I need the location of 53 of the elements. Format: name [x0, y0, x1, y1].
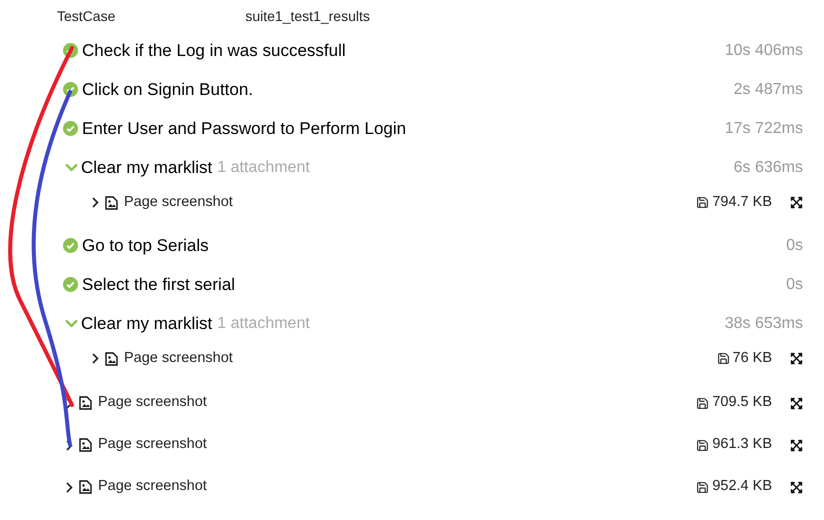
- expand-icon[interactable]: [790, 480, 803, 494]
- chevron-icon: [66, 482, 72, 492]
- check-circle-icon: [63, 43, 78, 58]
- step-name: Check if the Log in was successfull: [82, 40, 346, 62]
- column-header: suite1_test1_results: [245, 7, 370, 26]
- image-file-icon: [79, 396, 92, 410]
- attachment-name[interactable]: Page screenshot: [98, 476, 207, 498]
- attachment-count: 1 attachment: [217, 158, 310, 178]
- step-duration: 0s: [786, 236, 803, 256]
- step-name: Select the first serial: [82, 274, 236, 296]
- expand-icon[interactable]: [790, 396, 803, 410]
- step-name: Clear my marklist: [81, 312, 212, 335]
- chevron-icon: [66, 398, 72, 408]
- expand-icon[interactable]: [790, 438, 803, 452]
- check-circle-icon: [63, 121, 78, 136]
- check-circle-icon: [63, 82, 78, 97]
- attachment-name[interactable]: Page screenshot: [124, 192, 233, 214]
- step-duration: 38s 653ms: [724, 314, 803, 334]
- step-duration: 6s 636ms: [734, 158, 803, 178]
- attachment-size: 794.7 KB: [712, 192, 772, 212]
- check-circle-icon: [63, 238, 78, 253]
- attachment-name[interactable]: Page screenshot: [98, 392, 207, 414]
- attachment-size: 76 KB: [732, 348, 772, 368]
- step-name: Go to top Serials: [82, 234, 209, 257]
- image-file-icon: [105, 352, 118, 366]
- step-name: Click on Signin Button.: [82, 78, 254, 101]
- check-circle-icon: [63, 277, 78, 292]
- step-name: Enter User and Password to Perform Login: [82, 118, 406, 140]
- attachment-name[interactable]: Page screenshot: [98, 434, 207, 456]
- save-icon: [716, 352, 730, 365]
- attachment-size: 952.4 KB: [712, 477, 772, 496]
- chevron-icon: [66, 440, 72, 450]
- image-file-icon: [105, 196, 118, 210]
- save-icon: [696, 480, 710, 494]
- save-icon: [696, 438, 710, 452]
- step-duration: 0s: [786, 274, 803, 294]
- step-duration: 10s 406ms: [724, 40, 803, 60]
- attachment-count: 1 attachment: [217, 314, 310, 334]
- save-icon: [696, 196, 710, 209]
- column-header: TestCase: [57, 7, 116, 26]
- attachment-size: 709.5 KB: [712, 393, 772, 412]
- expand-icon[interactable]: [790, 196, 803, 209]
- save-icon: [696, 396, 710, 410]
- step-name: Clear my marklist: [81, 156, 212, 179]
- chevron-icon: [92, 197, 98, 208]
- image-file-icon: [79, 480, 92, 494]
- image-file-icon: [79, 438, 92, 452]
- expand-icon[interactable]: [790, 352, 803, 365]
- chevron-icon: [92, 353, 98, 364]
- step-duration: 2s 487ms: [734, 80, 803, 100]
- step-duration: 17s 722ms: [724, 118, 803, 138]
- attachment-size: 961.3 KB: [712, 435, 772, 454]
- attachment-name[interactable]: Page screenshot: [124, 348, 233, 370]
